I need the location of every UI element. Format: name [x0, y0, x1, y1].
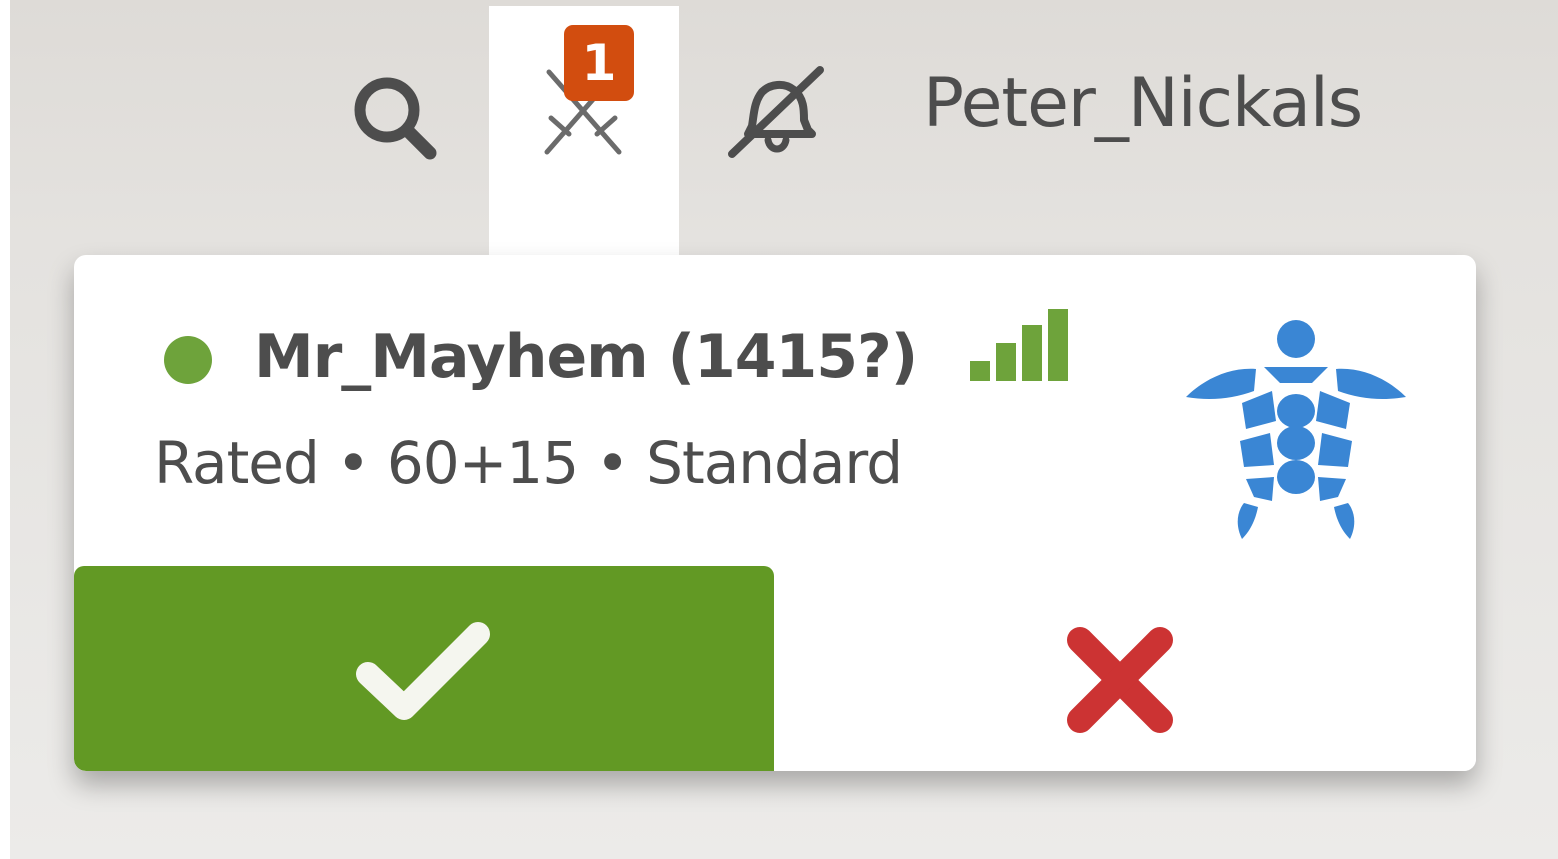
challenge-details: Rated • 60+15 • Standard: [154, 429, 903, 497]
turtle-icon: [1186, 320, 1406, 539]
incoming-challenge-panel: Mr_Mayhem (1415?) Rated • 60+15 • Standa…: [74, 255, 1476, 771]
challenge-count-badge: 1: [564, 25, 634, 101]
close-icon: [1067, 627, 1173, 733]
notifications-button[interactable]: [722, 64, 832, 164]
site-header: 1 Peter_Nickals: [0, 0, 1558, 260]
signal-bars-icon: [970, 309, 1070, 381]
challenger-name-link[interactable]: Mr_Mayhem (1415?): [254, 315, 918, 399]
decline-challenge-button[interactable]: [774, 566, 1476, 771]
search-button[interactable]: [345, 70, 445, 170]
bell-muted-icon: [728, 66, 824, 158]
checkmark-icon: [356, 622, 490, 720]
online-status-dot: [164, 336, 212, 384]
challenge-menu-toggle[interactable]: 1: [489, 6, 679, 260]
search-icon[interactable]: [345, 70, 445, 170]
username-link[interactable]: Peter_Nickals: [923, 62, 1363, 146]
accept-challenge-button[interactable]: [74, 566, 774, 771]
